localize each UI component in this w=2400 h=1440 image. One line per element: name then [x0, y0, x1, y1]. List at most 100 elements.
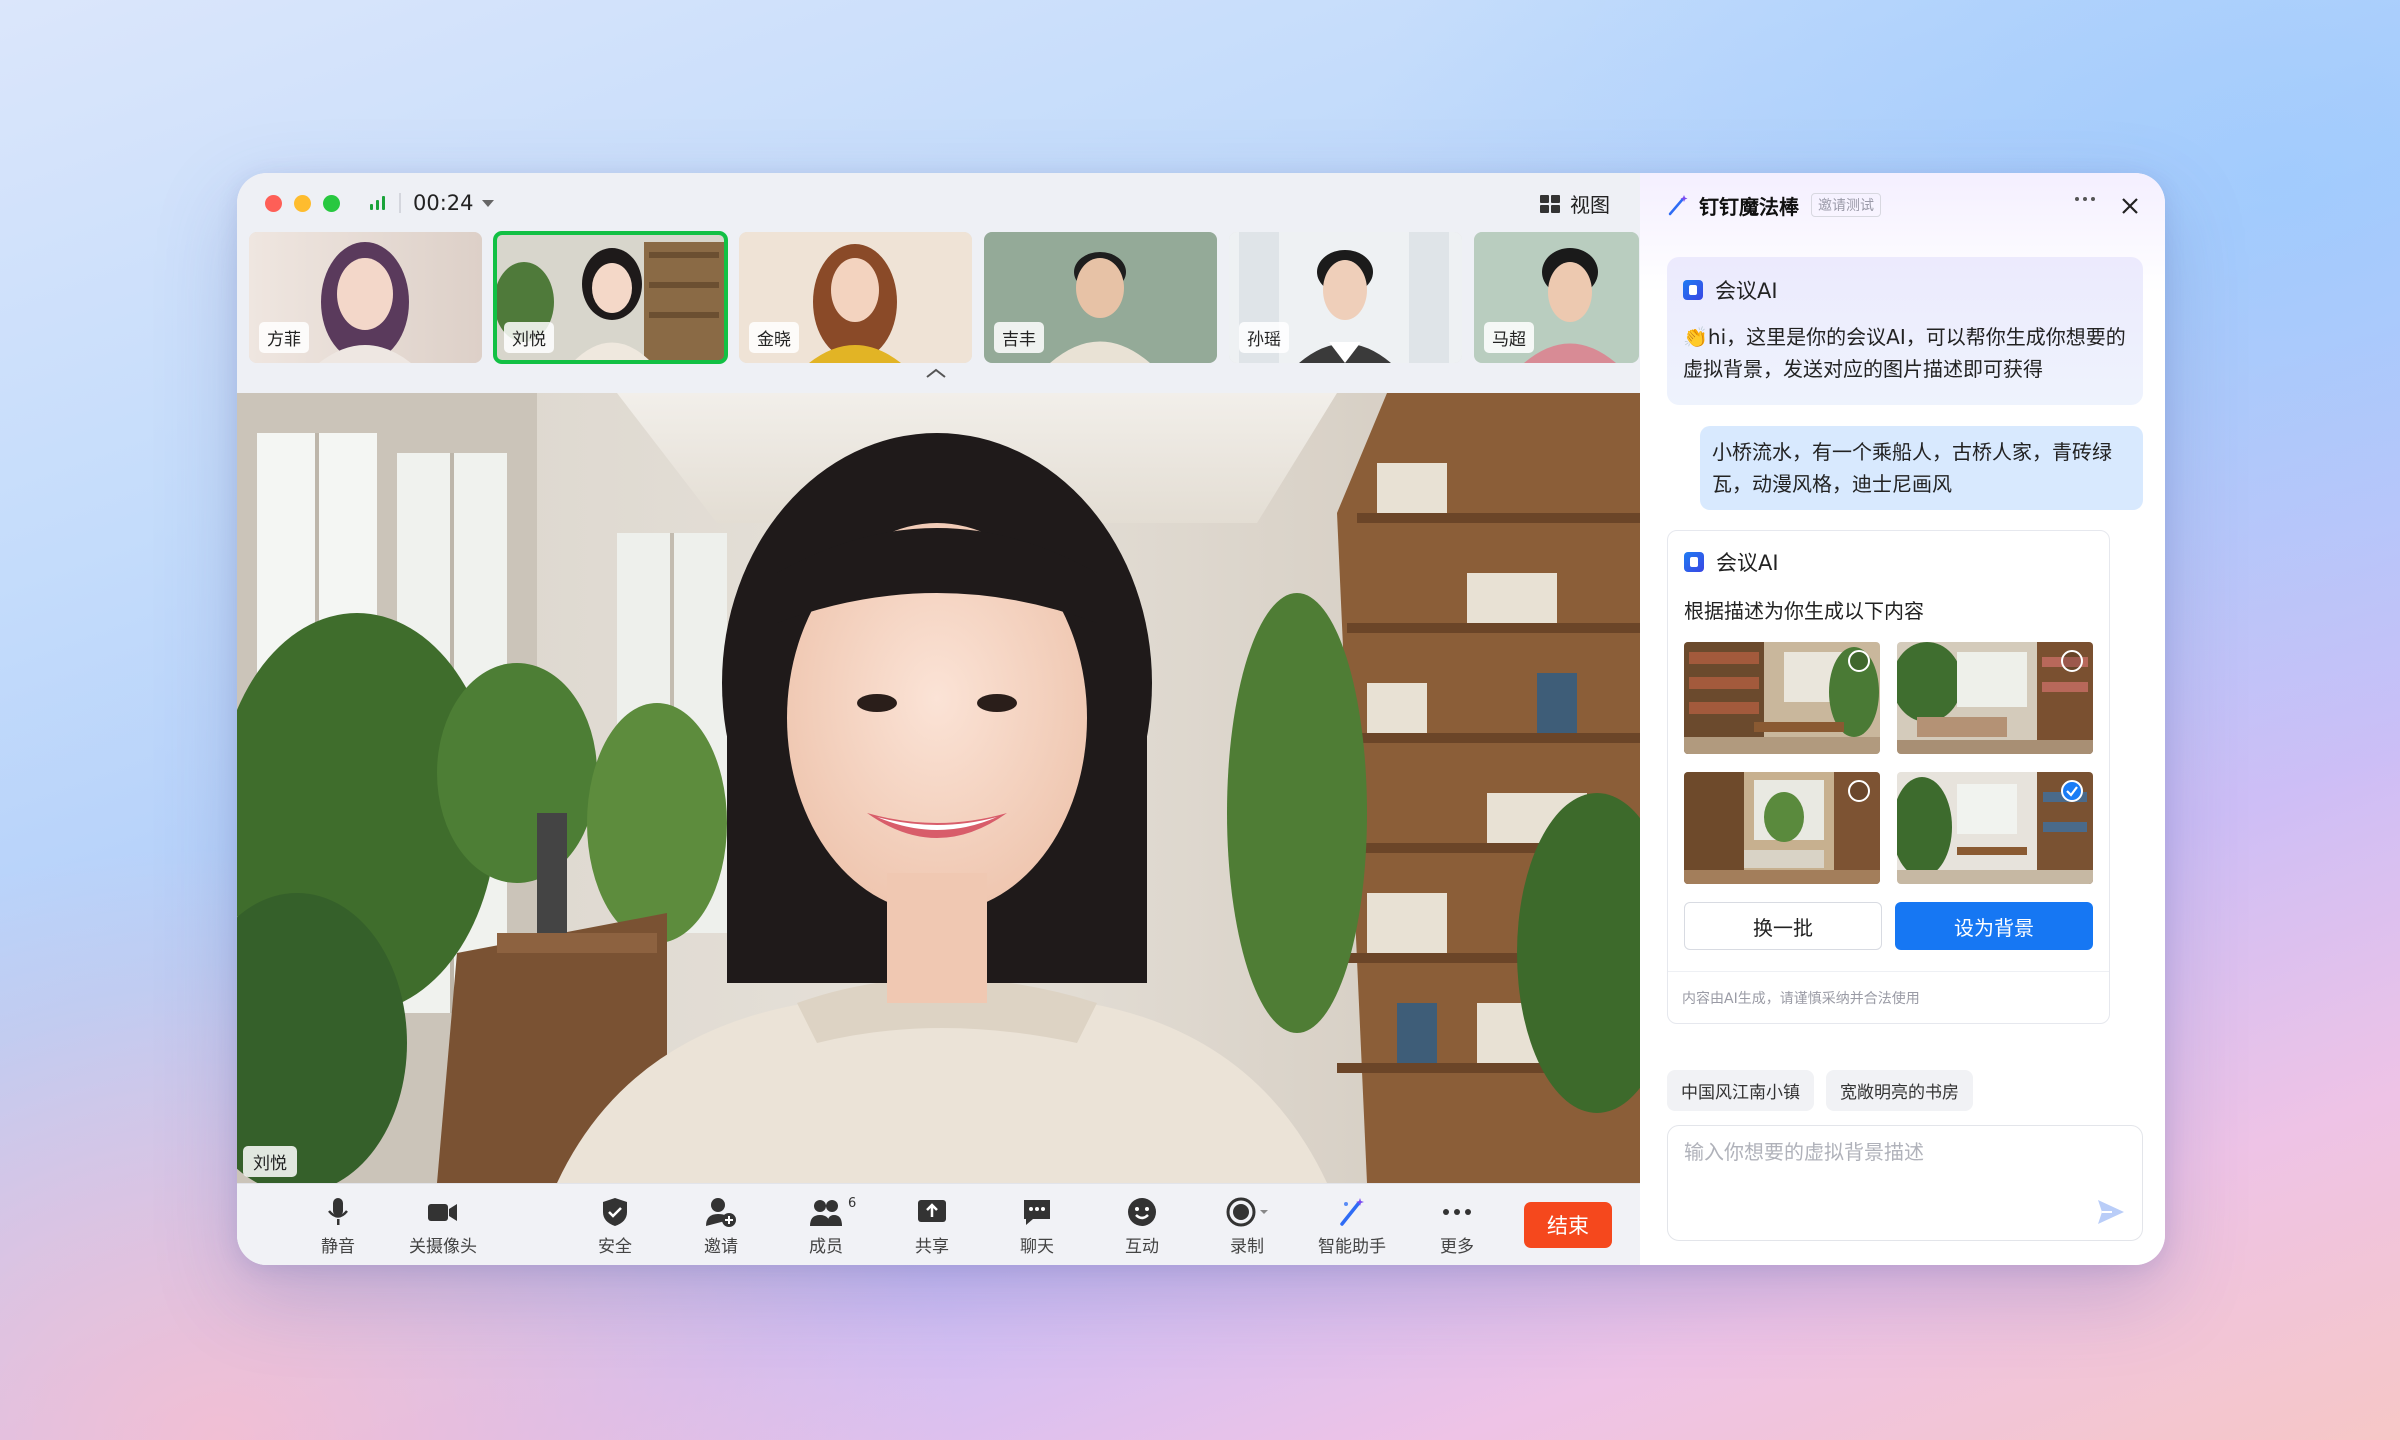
- main-video: 刘悦: [237, 393, 1640, 1183]
- divider: [399, 193, 401, 213]
- beta-tag: 邀请测试: [1811, 193, 1881, 217]
- microphone-icon: [323, 1194, 353, 1230]
- participant-name: 金晓: [749, 322, 799, 353]
- ai-disclaimer: 内容由AI生成，请谨慎采纳并合法使用: [1668, 971, 2109, 1023]
- share-screen-icon: [916, 1194, 948, 1230]
- participant-tile[interactable]: 方菲: [249, 232, 482, 363]
- ai-logo-icon: [1683, 280, 1703, 300]
- participant-name: 方菲: [259, 322, 309, 353]
- panel-title: 钉钉魔法棒: [1699, 194, 1799, 219]
- share-button[interactable]: 共享: [882, 1194, 982, 1257]
- window-controls: [265, 194, 340, 212]
- suggestion-chip[interactable]: 宽敞明亮的书房: [1826, 1070, 1973, 1111]
- participant-tile[interactable]: 马超: [1474, 232, 1639, 363]
- ai-name: 会议AI: [1716, 551, 1779, 575]
- check-icon: [2066, 786, 2078, 797]
- security-button[interactable]: 安全: [565, 1194, 665, 1257]
- ai-panel: 钉钉魔法棒 邀请测试 会议AI 👏hi，这里是你的会议AI，可以帮你生成你想要的…: [1640, 173, 2165, 1265]
- participant-tile[interactable]: 金晓: [739, 232, 972, 363]
- suggestion-chip[interactable]: 中国风江南小镇: [1667, 1070, 1814, 1111]
- participant-name: 马超: [1484, 322, 1534, 353]
- end-meeting-button[interactable]: 结束: [1524, 1202, 1612, 1248]
- participant-tile[interactable]: 孙瑶: [1229, 232, 1462, 363]
- add-user-icon: [704, 1194, 738, 1230]
- magic-wand-icon: [1668, 195, 1688, 216]
- image-select-radio[interactable]: [2061, 650, 2083, 672]
- minimize-window-button[interactable]: [294, 194, 311, 212]
- participant-tile-active[interactable]: 刘悦: [493, 231, 728, 364]
- meeting-area: 00:24 视图 方菲 刘悦 金晓 吉丰 孙瑶 马超 刘悦 静音 关摄像头 安全…: [237, 173, 1640, 1265]
- prompt-input-box: [1667, 1125, 2143, 1241]
- invite-button[interactable]: 邀请: [671, 1194, 771, 1257]
- chevron-down-icon[interactable]: [481, 199, 494, 207]
- generated-image-option[interactable]: [1897, 642, 2093, 754]
- set-background-button[interactable]: 设为背景: [1895, 902, 2093, 950]
- prompt-input[interactable]: [1684, 1140, 2114, 1164]
- refresh-batch-button[interactable]: 换一批: [1684, 902, 1882, 950]
- grid-view-icon: [1540, 194, 1560, 213]
- panel-header: 钉钉魔法棒 邀请测试: [1640, 173, 2165, 237]
- members-button[interactable]: 6 成员: [776, 1194, 876, 1257]
- smiley-icon: [1126, 1194, 1158, 1230]
- interact-label: 互动: [1125, 1237, 1159, 1257]
- image-select-radio[interactable]: [1848, 650, 1870, 672]
- mute-label: 静音: [321, 1237, 355, 1257]
- record-button[interactable]: 录制: [1197, 1194, 1297, 1257]
- ai-result-card: 会议AI 根据描述为你生成以下内容 换一批 设为背景 内容由AI生成，请谨慎采纳…: [1667, 530, 2110, 1024]
- close-icon[interactable]: [2119, 195, 2141, 217]
- smart-assistant-button[interactable]: 智能助手: [1302, 1194, 1402, 1257]
- user-message: 小桥流水，有一个乘船人，古桥人家，青砖绿瓦，动漫风格，迪士尼画风: [1700, 426, 2143, 510]
- participant-name: 刘悦: [504, 322, 554, 353]
- more-options-icon[interactable]: [2075, 197, 2095, 201]
- title-bar: 00:24 视图: [237, 173, 1640, 233]
- magic-wand-icon: [1336, 1194, 1368, 1230]
- maximize-window-button[interactable]: [323, 194, 340, 212]
- view-label: 视图: [1570, 193, 1610, 217]
- main-video-feed: [237, 393, 1640, 1183]
- result-subtitle: 根据描述为你生成以下内容: [1684, 599, 1924, 623]
- ai-greeting-message: 👏hi，这里是你的会议AI，可以帮你生成你想要的虚拟背景，发送对应的图片描述即可…: [1683, 325, 2126, 381]
- chevron-up-icon[interactable]: [925, 367, 947, 379]
- view-button[interactable]: 视图: [1540, 189, 1610, 218]
- participant-strip: 方菲 刘悦 金晓 吉丰 孙瑶 马超: [249, 231, 1639, 364]
- suggestion-chips: 中国风江南小镇 宽敞明亮的书房: [1667, 1070, 1973, 1111]
- generated-image-option[interactable]: [1684, 772, 1880, 884]
- image-select-radio-checked[interactable]: [2061, 780, 2083, 802]
- more-label: 更多: [1440, 1237, 1474, 1257]
- camera-off-button[interactable]: 关摄像头: [393, 1194, 493, 1257]
- chat-label: 聊天: [1020, 1237, 1054, 1257]
- record-label: 录制: [1230, 1237, 1264, 1257]
- camera-icon: [426, 1194, 460, 1230]
- smart-assistant-label: 智能助手: [1318, 1237, 1386, 1257]
- main-speaker-name: 刘悦: [243, 1146, 297, 1177]
- ai-name: 会议AI: [1715, 279, 1778, 303]
- image-select-radio[interactable]: [1848, 780, 1870, 802]
- participant-tile[interactable]: 吉丰: [984, 232, 1217, 363]
- meeting-toolbar: 静音 关摄像头 安全 邀请 6 成员 共享 聊天 互动 录制 智能助手 更多 结…: [237, 1183, 1640, 1265]
- camera-off-label: 关摄像头: [409, 1237, 477, 1257]
- chat-icon: [1021, 1194, 1053, 1230]
- record-icon: [1225, 1194, 1269, 1230]
- participant-name: 吉丰: [994, 322, 1044, 353]
- send-icon[interactable]: [2096, 1198, 2126, 1226]
- more-icon: [1442, 1194, 1472, 1230]
- generated-image-option[interactable]: [1684, 642, 1880, 754]
- generated-images: [1684, 642, 2093, 884]
- interact-button[interactable]: 互动: [1092, 1194, 1192, 1257]
- ai-greeting-card: 会议AI 👏hi，这里是你的会议AI，可以帮你生成你想要的虚拟背景，发送对应的图…: [1667, 257, 2143, 405]
- signal-icon: [370, 196, 385, 210]
- members-count-badge: 6: [848, 1196, 857, 1211]
- close-window-button[interactable]: [265, 194, 282, 212]
- meeting-window: 00:24 视图 方菲 刘悦 金晓 吉丰 孙瑶 马超 刘悦 静音 关摄像头 安全…: [237, 173, 2165, 1265]
- members-icon: [809, 1194, 843, 1230]
- shield-icon: [601, 1194, 629, 1230]
- mute-button[interactable]: 静音: [288, 1194, 388, 1257]
- meeting-timer[interactable]: 00:24: [413, 191, 474, 215]
- more-button[interactable]: 更多: [1407, 1194, 1507, 1257]
- chat-button[interactable]: 聊天: [987, 1194, 1087, 1257]
- generated-image-option-selected[interactable]: [1897, 772, 2093, 884]
- security-label: 安全: [598, 1237, 632, 1257]
- share-label: 共享: [915, 1237, 949, 1257]
- ai-logo-icon: [1684, 552, 1704, 572]
- members-label: 成员: [809, 1237, 843, 1257]
